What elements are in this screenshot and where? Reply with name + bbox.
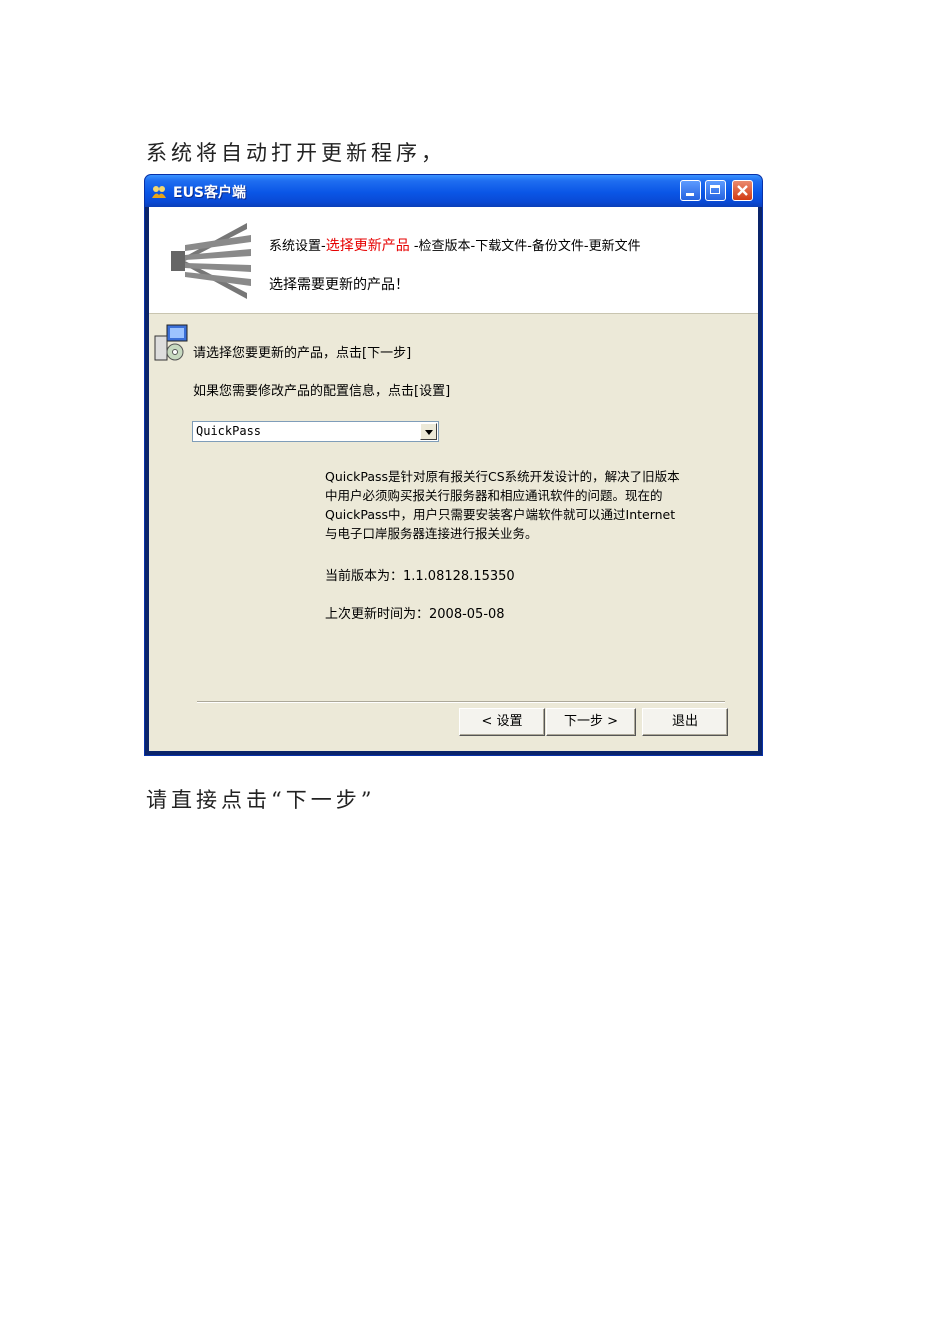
product-description: QuickPass是针对原有报关行CS系统开发设计的，解决了旧版本 中用户必须购… (325, 467, 735, 543)
description-line: 中用户必须购买报关行服务器和相应通讯软件的问题。现在的 (325, 488, 663, 503)
step-select-product: 选择更新产品 (325, 238, 410, 254)
window-title: EUS客户端 (173, 185, 247, 201)
outro-text: 请直接点击“下一步” (146, 788, 376, 812)
description-line: QuickPass是针对原有报关行CS系统开发设计的，解决了旧版本 (325, 469, 680, 484)
window-client-area: 系统设置-选择更新产品 -检查版本-下载文件-备份文件-更新文件 选择需要更新的… (149, 207, 758, 751)
exit-button[interactable]: 退出 (642, 708, 728, 736)
instruction-next: 请选择您要更新的产品，点击[下一步] (193, 346, 412, 361)
description-line: QuickPass中，用户只需要安装客户端软件就可以通过Internet (325, 507, 676, 522)
chevron-down-icon[interactable] (420, 423, 437, 440)
app-logo-icon (152, 186, 166, 198)
divider (197, 701, 725, 703)
eus-client-window: EUS客户端 系统设置-选择更新产品 -检查版本-下载文件-备份文件-更新文件 … (144, 174, 763, 756)
close-icon (737, 185, 748, 196)
product-select[interactable]: QuickPass (192, 421, 439, 442)
current-version: 当前版本为：1.1.08128.15350 (325, 569, 515, 584)
product-select-value: QuickPass (196, 424, 262, 438)
instruction-settings: 如果您需要修改产品的配置信息，点击[设置] (193, 384, 451, 399)
next-button[interactable]: 下一步 > (546, 708, 636, 736)
installer-disc-icon (154, 324, 188, 361)
step-system-settings: 系统设置- (269, 239, 326, 254)
last-update-time: 上次更新时间为：2008-05-08 (325, 607, 505, 622)
step-remaining: -检查版本-下载文件-备份文件-更新文件 (409, 239, 641, 254)
description-line: 与电子口岸服务器连接进行报关业务。 (325, 526, 538, 541)
title-bar[interactable]: EUS客户端 (145, 175, 762, 207)
wizard-header: 系统设置-选择更新产品 -检查版本-下载文件-备份文件-更新文件 选择需要更新的… (149, 207, 758, 314)
intro-text: 系统将自动打开更新程序， (146, 141, 446, 165)
close-button[interactable] (732, 180, 753, 201)
minimize-button[interactable] (680, 180, 701, 201)
wizard-steps: 系统设置-选择更新产品 -检查版本-下载文件-备份文件-更新文件 (269, 235, 641, 255)
wizard-subtitle: 选择需要更新的产品！ (269, 277, 409, 293)
maximize-button[interactable] (705, 180, 726, 201)
settings-button[interactable]: < 设置 (459, 708, 545, 736)
building-logo-icon (171, 223, 251, 299)
